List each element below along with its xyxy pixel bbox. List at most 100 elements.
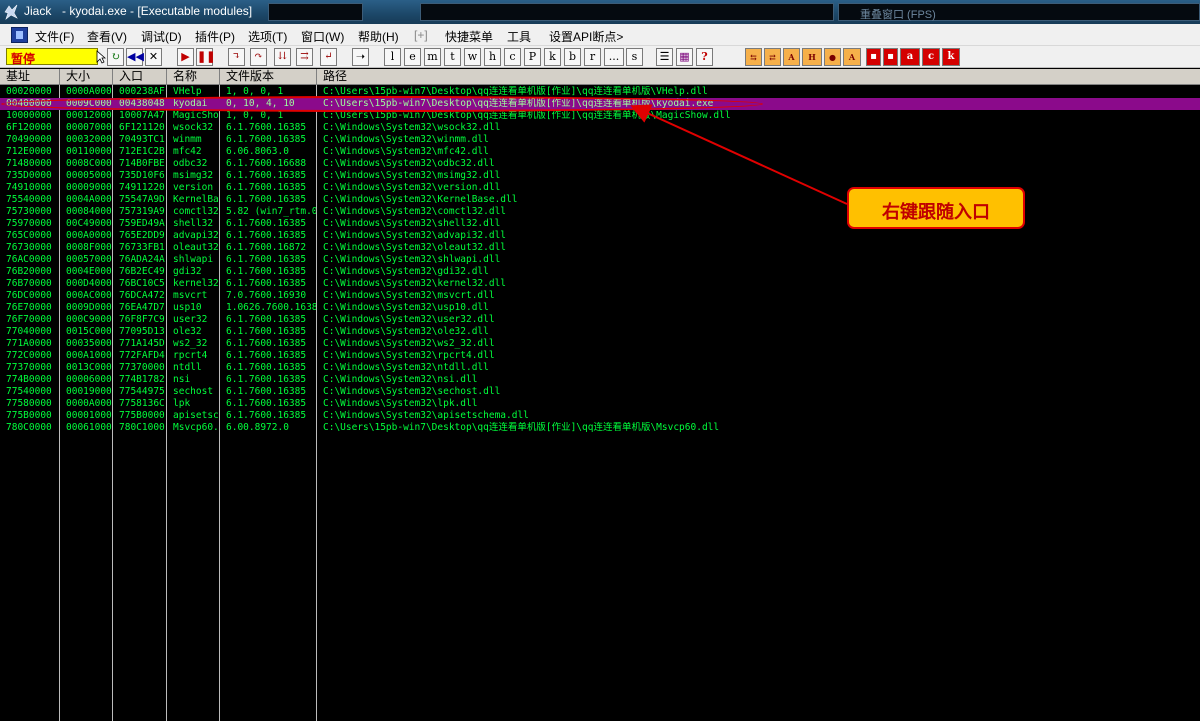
cell-path: C:\Users\15pb-win7\Desktop\qq连连看单机版[作业]\… — [323, 422, 720, 433]
plugin-icon[interactable]: ▪ — [883, 48, 898, 66]
table-row[interactable]: 76F70000 000C9000 76F8F7C9 user32 6.1.7600.1… — [0, 314, 1200, 326]
cell-version: 6.1.7600.16385 — [226, 218, 307, 229]
plugin-icon[interactable]: a — [900, 48, 920, 66]
run-icon[interactable]: ▶ — [177, 48, 194, 66]
toolbar-button-t[interactable]: t — [444, 48, 461, 66]
cell-size: 00007000 — [66, 122, 112, 133]
plugin-icon[interactable]: c — [922, 48, 940, 66]
table-row[interactable]: 10000000 00012000 10007A47 MagicSho 1, 0, 0,… — [0, 110, 1200, 122]
menu-tools[interactable]: 工具 — [507, 28, 531, 45]
cell-entry: 70493TC1 — [119, 134, 165, 145]
toolbar-button-ellipsis[interactable]: ... — [604, 48, 624, 66]
cell-size: 0009D000 — [66, 302, 112, 313]
plugin-icon[interactable]: ▪ — [866, 48, 881, 66]
table-row[interactable]: 71480000 0008C000 714B0FBE odbc32 6.1.7600.1… — [0, 158, 1200, 170]
list-icon[interactable]: ☰ — [656, 48, 673, 66]
table-row[interactable]: 712E0000 00110000 712E1C2B mfc42 6.06.8063.0… — [0, 146, 1200, 158]
close-icon[interactable]: ✕ — [145, 48, 162, 66]
menu-shortcuts[interactable]: 快捷菜单 — [445, 28, 493, 45]
table-row[interactable]: 77580000 0000A000 7758136C lpk 6.1.7600.1638… — [0, 398, 1200, 410]
plugin-icon[interactable]: ● — [824, 48, 841, 66]
column-header-version[interactable]: 文件版本 — [220, 69, 317, 85]
column-header-path[interactable]: 路径 — [317, 69, 1200, 85]
menu-set-api-breakpoint[interactable]: 设置API断点> — [549, 28, 623, 45]
cell-base: 780C0000 — [6, 422, 52, 433]
toolbar-button-s[interactable]: s — [626, 48, 643, 66]
table-row[interactable]: 76730000 0008F000 76733FB1 oleaut32 6.1.7600… — [0, 242, 1200, 254]
menu-plugins[interactable]: 插件(P) — [195, 28, 235, 45]
cell-size: 00061000 — [66, 422, 112, 433]
hardware-breakpoint-icon[interactable]: H — [802, 48, 822, 66]
grid-icon[interactable]: ▦ — [676, 48, 693, 66]
table-row[interactable]: 774B0000 00006000 774B1782 nsi 6.1.7600.1638… — [0, 374, 1200, 386]
table-row[interactable]: 772C0000 000A1000 772FAFD4 rpcrt4 6.1.7600.1… — [0, 350, 1200, 362]
window-title: - kyodai.exe - [Executable modules] — [62, 4, 253, 18]
table-row[interactable]: 771A0000 00035000 771A145D ws2_32 6.1.7600.1… — [0, 338, 1200, 350]
plugin-icon[interactable]: A — [783, 48, 800, 66]
table-row[interactable]: 00020000 0000A000 000238AF VHelp 1, 0, 0, 1C… — [0, 86, 1200, 98]
rewind-icon[interactable]: ◀◀ — [126, 48, 144, 66]
toolbar-button-h[interactable]: h — [484, 48, 501, 66]
trace-over-icon[interactable]: ⇉ — [296, 48, 313, 66]
table-row[interactable]: 77040000 0015C000 77095D13 ole32 6.1.7600.16… — [0, 326, 1200, 338]
toolbar-button-l[interactable]: l — [384, 48, 401, 66]
toolbar-button-c[interactable]: c — [504, 48, 521, 66]
pause-icon[interactable]: ❚❚ — [196, 48, 215, 66]
menu-plus[interactable]: [+] — [414, 28, 428, 42]
table-row[interactable]: 775B0000 00001000 775B0000 apisetsc 6.1.7600… — [0, 410, 1200, 422]
column-header-name[interactable]: 名称 — [167, 69, 220, 85]
cell-name: ole32 — [173, 326, 202, 337]
table-row[interactable]: 780C0000 00061000 780C1000 Msvcp60. 6.00.897… — [0, 422, 1200, 434]
trace-into-icon[interactable]: ⇊ — [274, 48, 291, 66]
step-into-icon[interactable]: ↴ — [228, 48, 245, 66]
table-row[interactable]: 77370000 0013C000 77370000 ntdll 6.1.7600.16… — [0, 362, 1200, 374]
toolbar-button-w[interactable]: w — [464, 48, 481, 66]
menu-options[interactable]: 选项(T) — [248, 28, 287, 45]
plugin-icon[interactable]: ⇄ — [764, 48, 781, 66]
cell-base: 74910000 — [6, 182, 52, 193]
menu-view[interactable]: 查看(V) — [87, 28, 127, 45]
cell-path: C:\Windows\System32\msvcrt.dll — [323, 290, 495, 301]
plugin-icon[interactable]: ⇆ — [745, 48, 762, 66]
cell-version: 6.1.7600.16385 — [226, 350, 307, 361]
cell-name: msvcrt — [173, 290, 208, 301]
menu-debug[interactable]: 调试(D) — [141, 28, 182, 45]
table-row[interactable]: 735D0000 00005000 735D10F6 msimg32 6.1.7600.… — [0, 170, 1200, 182]
column-header-base[interactable]: 基址 — [0, 69, 60, 85]
menu-window[interactable]: 窗口(W) — [301, 28, 344, 45]
toolbar-button-e[interactable]: e — [404, 48, 421, 66]
table-row[interactable]: 70490000 00032000 70493TC1 winmm 6.1.7600.16… — [0, 134, 1200, 146]
toolbar-button-r[interactable]: r — [584, 48, 601, 66]
goto-address-icon[interactable]: ➝ — [352, 48, 369, 66]
column-header-size[interactable]: 大小 — [60, 69, 113, 85]
column-header-entry[interactable]: 入口 — [113, 69, 167, 85]
document-icon[interactable] — [11, 27, 28, 43]
table-row[interactable]: 76B20000 0004E000 76B2EC49 gdi32 6.1.7600.16… — [0, 266, 1200, 278]
table-header: 基址 大小 入口 名称 文件版本 路径 — [0, 69, 1200, 85]
table-row[interactable]: 6F120000 00007000 6F121120 wsock32 6.1.7600.… — [0, 122, 1200, 134]
toolbar: 暂停 ↻ ◀◀ ✕ ▶ ❚❚ ↴ ↷ ⇊ ⇉ ↵ ➝ l e m t w h c… — [0, 46, 1200, 68]
toolbar-button-p[interactable]: P — [524, 48, 541, 66]
cell-entry: 772FAFD4 — [119, 350, 165, 361]
menu-help[interactable]: 帮助(H) — [358, 28, 399, 45]
toolbar-button-k[interactable]: k — [544, 48, 561, 66]
cell-version: 5.82 (win7_rtm.0 — [226, 206, 316, 217]
step-over-icon[interactable]: ↷ — [250, 48, 267, 66]
plugin-icon[interactable]: k — [942, 48, 960, 66]
table-row[interactable]: 76AC0000 00057000 76ADA24A shlwapi 6.1.7600.… — [0, 254, 1200, 266]
cell-path: C:\Windows\System32\usp10.dll — [323, 302, 489, 313]
cell-size: 00057000 — [66, 254, 112, 265]
help-icon[interactable]: ? — [696, 48, 713, 66]
table-row[interactable]: 76DC0000 000AC000 76DCA472 msvcrt 7.0.7600.1… — [0, 290, 1200, 302]
cell-base: 775B0000 — [6, 410, 52, 421]
menu-file[interactable]: 文件(F) — [35, 28, 74, 45]
table-row[interactable]: 76B70000 000D4000 76BC10C5 kernel32 6.1.7600… — [0, 278, 1200, 290]
execute-till-return-icon[interactable]: ↵ — [320, 48, 337, 66]
restart-icon[interactable]: ↻ — [107, 48, 124, 66]
toolbar-button-m[interactable]: m — [424, 48, 441, 66]
table-row[interactable]: 76E70000 0009D000 76EA47D7 usp10 1.0626.7600… — [0, 302, 1200, 314]
table-row[interactable]: 77540000 00019000 77544975 sechost 6.1.7600.… — [0, 386, 1200, 398]
toolbar-button-b[interactable]: b — [564, 48, 581, 66]
table-row[interactable]: 765C0000 000A0000 765E2DD9 advapi32 6.1.7600… — [0, 230, 1200, 242]
assembler-icon[interactable]: A — [843, 48, 861, 66]
